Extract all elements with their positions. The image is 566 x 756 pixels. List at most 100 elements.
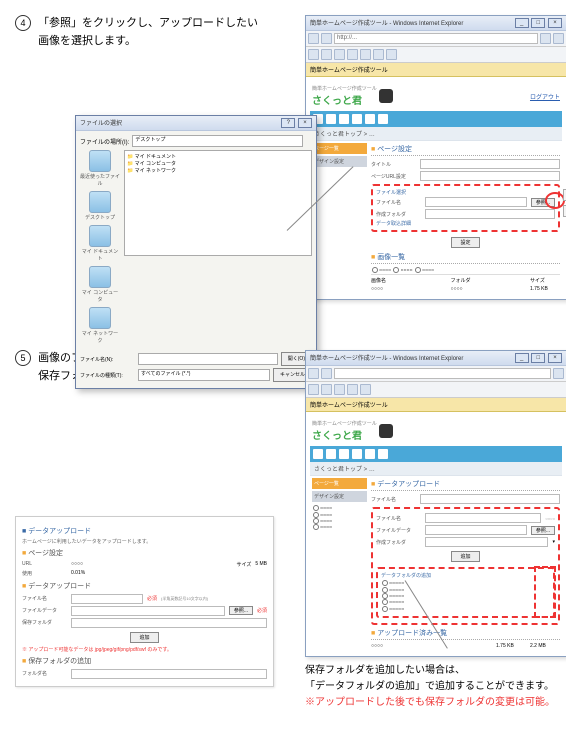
foldername-input[interactable] [71, 669, 267, 679]
maximize-button[interactable]: □ [531, 18, 545, 28]
radio-option[interactable] [313, 505, 319, 511]
toolbar-icon[interactable] [321, 49, 332, 60]
menu-icon[interactable] [378, 114, 388, 124]
add-button[interactable]: 追加 [451, 551, 479, 562]
filename-input[interactable] [425, 513, 541, 523]
browse-button[interactable]: 参照... [229, 606, 253, 615]
radio-option[interactable] [382, 606, 388, 612]
address-bar[interactable] [334, 368, 551, 379]
menu-icon[interactable] [365, 114, 375, 124]
minimize-button[interactable]: _ [515, 353, 529, 363]
radio-option[interactable] [382, 580, 388, 586]
toolbar-icon[interactable] [308, 384, 319, 395]
filedata-input[interactable] [425, 525, 527, 535]
back-icon[interactable] [308, 368, 319, 379]
toolbar-icon[interactable] [308, 49, 319, 60]
radio-option[interactable] [313, 518, 319, 524]
submit-button[interactable]: 設定 [451, 237, 479, 248]
minimize-button[interactable]: _ [515, 18, 529, 28]
toolbar-icon[interactable] [334, 49, 345, 60]
sidebar: ページ一覧 デザイン設定 ○○○○ ○○○○ ○○○○ ○○○○ [310, 476, 369, 652]
radio-option[interactable] [372, 267, 378, 273]
close-button[interactable]: × [298, 118, 312, 128]
radio-option[interactable] [313, 512, 319, 518]
menu-icon[interactable] [339, 114, 349, 124]
place-computer[interactable]: マイ コンピュータ [80, 266, 120, 303]
sidebar-item[interactable]: ページ一覧 [312, 478, 367, 489]
filetype-select[interactable]: すべてのファイル (*.*) [138, 369, 270, 381]
forward-icon[interactable] [321, 368, 332, 379]
field-label: ファイルデータ [376, 527, 421, 534]
panel-title: 画像一覧 [371, 251, 560, 264]
radio-option[interactable] [415, 267, 421, 273]
filename-input[interactable] [71, 594, 143, 604]
place-documents[interactable]: マイ ドキュメント [80, 225, 120, 262]
caption-line-3: ※アップロードした後でも保存フォルダの変更は可能。 [305, 697, 555, 708]
list-item[interactable]: マイ コンピュータ [127, 160, 309, 167]
place-network[interactable]: マイ ネットワーク [80, 307, 120, 344]
toolbar-icon[interactable] [373, 49, 384, 60]
toolbar-icon[interactable] [360, 49, 371, 60]
browser-tab[interactable]: 簡単ホームページ作成ツール [306, 63, 566, 77]
toolbar-icon[interactable] [321, 384, 332, 395]
step-4-screenshots: 簡単ホームページ作成ツール - Windows Internet Explore… [305, 15, 566, 300]
menu-icon[interactable] [352, 449, 362, 459]
toolbar-icon[interactable] [386, 49, 397, 60]
sidebar-item[interactable]: デザイン設定 [312, 491, 367, 502]
file-select-panel: ファイル選択 ファイル名 参照... 作成フォルダ デ [371, 184, 560, 232]
menu-icon[interactable] [339, 449, 349, 459]
maximize-button[interactable]: □ [531, 353, 545, 363]
forward-icon[interactable] [321, 33, 332, 44]
filename-input[interactable] [425, 197, 527, 207]
table-row[interactable]: ○○○○ 1.75 KB 2.2 MB [371, 642, 560, 650]
menu-icon[interactable] [313, 449, 323, 459]
field-row: 保存フォルダ [22, 617, 267, 629]
logout-link[interactable]: ログアウト [530, 92, 560, 101]
menu-icon[interactable] [326, 114, 336, 124]
close-button[interactable]: × [548, 353, 562, 363]
browser-tab[interactable]: 簡単ホームページ作成ツール [306, 398, 566, 412]
filedata-input[interactable] [71, 606, 225, 616]
browse-button[interactable]: 参照... [531, 526, 555, 535]
dialog-file-list[interactable]: マイ ドキュメント マイ コンピュータ マイ ネットワーク [124, 150, 312, 256]
close-button[interactable]: × [548, 18, 562, 28]
menu-icon[interactable] [326, 449, 336, 459]
place-desktop[interactable]: デスクトップ [80, 191, 120, 221]
address-bar[interactable]: http://... [334, 33, 538, 44]
menu-icon[interactable] [378, 449, 388, 459]
folder-select[interactable] [425, 209, 555, 219]
dialog-main: 最近使ったファイル デスクトップ マイ ドキュメント マイ コンピュータ マイ … [80, 150, 312, 348]
toolbar-icon[interactable] [360, 384, 371, 395]
refresh-icon[interactable] [540, 33, 551, 44]
look-in-select[interactable]: デスクトップ [132, 135, 303, 147]
radio-option[interactable] [382, 587, 388, 593]
radio-option[interactable] [313, 524, 319, 530]
file-input[interactable] [420, 494, 560, 504]
toolbar-icon[interactable] [347, 49, 358, 60]
menu-icon[interactable] [352, 114, 362, 124]
menu-icon[interactable] [365, 449, 375, 459]
used-value: 0.01% [71, 570, 85, 576]
toolbar-icon[interactable] [334, 384, 345, 395]
radio-option[interactable] [382, 593, 388, 599]
radio-option[interactable] [393, 267, 399, 273]
place-recent[interactable]: 最近使ったファイル [80, 150, 120, 187]
toolbar-icon[interactable] [347, 384, 358, 395]
stop-icon[interactable] [553, 33, 564, 44]
folder-select[interactable] [71, 618, 267, 628]
list-item[interactable]: マイ ネットワーク [127, 167, 309, 174]
sidebar-item[interactable]: デザイン設定 [312, 156, 367, 167]
list-item[interactable]: マイ ドキュメント [127, 153, 309, 160]
url-input[interactable] [420, 171, 560, 181]
filename-input[interactable] [138, 353, 278, 365]
folder-select[interactable] [425, 537, 548, 547]
refresh-icon[interactable] [553, 368, 564, 379]
back-icon[interactable] [308, 33, 319, 44]
title-input[interactable] [420, 159, 560, 169]
add-button[interactable]: 追加 [130, 632, 158, 643]
radio-option[interactable] [382, 599, 388, 605]
field-label: フォルダ名 [22, 670, 67, 677]
sidebar-item[interactable]: ページ一覧 [312, 143, 367, 154]
help-button[interactable]: ? [281, 118, 295, 128]
table-row[interactable]: ○○○○ ○○○○ 1.75 KB [371, 285, 560, 293]
